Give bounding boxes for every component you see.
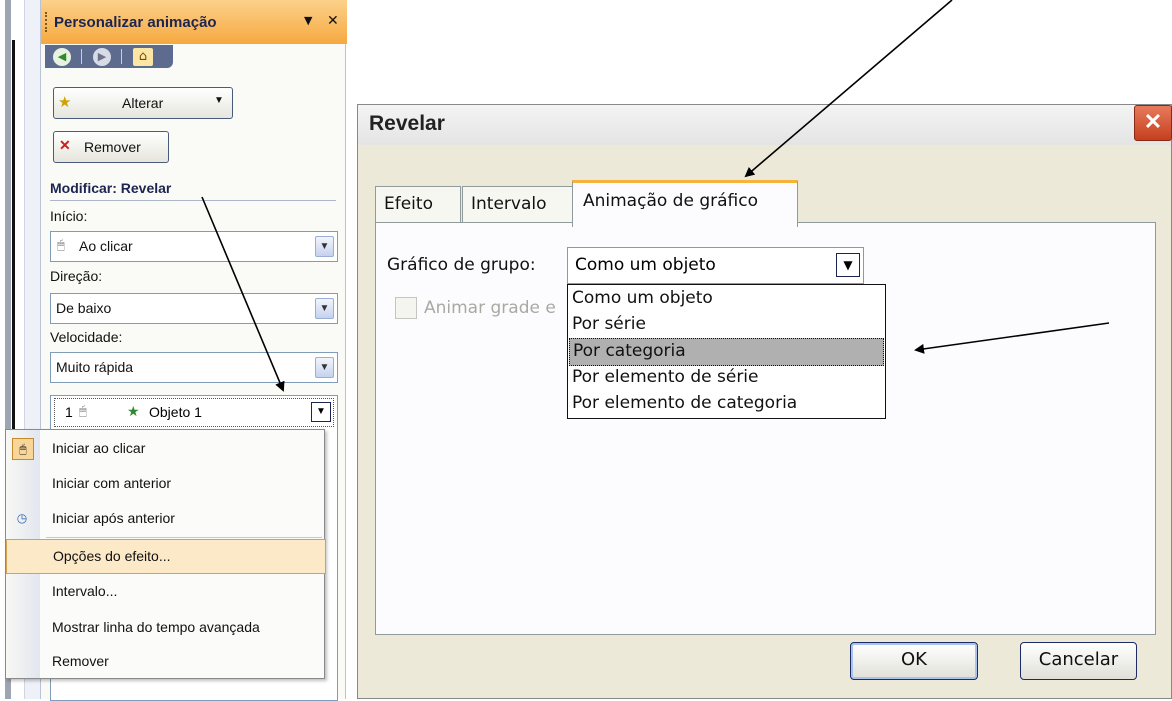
menu-item-label: Iniciar com anterior: [52, 475, 172, 491]
remove-icon: ✕: [59, 137, 71, 153]
start-label: Início:: [50, 208, 88, 224]
ok-button[interactable]: OK: [850, 642, 978, 680]
animate-grid-checkbox[interactable]: [395, 297, 417, 319]
forward-icon[interactable]: ▶: [93, 48, 111, 66]
change-effect-button[interactable]: ★ Alterar ▼: [53, 87, 233, 119]
back-icon[interactable]: ◀: [53, 48, 71, 66]
group-chart-options-list[interactable]: Como um objeto Por série Por categoria P…: [567, 284, 886, 419]
pane-menu-arrow-icon[interactable]: ▼: [304, 14, 312, 27]
chevron-down-icon: ▼: [214, 95, 224, 106]
tab-effect[interactable]: Efeito: [375, 186, 461, 223]
chevron-down-icon[interactable]: ▼: [315, 236, 334, 257]
speed-label: Velocidade:: [50, 329, 123, 345]
list-item[interactable]: 1 🖱 ★ Objeto 1 ▼: [54, 398, 334, 427]
mouse-icon: 🖱: [12, 438, 34, 460]
menu-timing[interactable]: Intervalo...: [6, 575, 324, 608]
pane-title: Personalizar animação: [54, 14, 217, 31]
option-label: Por categoria: [573, 341, 686, 361]
option-as-one-object[interactable]: Como um objeto: [569, 286, 882, 312]
tab-chart-animation[interactable]: Animação de gráfico: [572, 180, 798, 227]
start-select[interactable]: 🖱 Ao clicar ▼: [50, 231, 338, 262]
menu-start-with-previous[interactable]: Iniciar com anterior: [6, 467, 324, 500]
menu-start-after-previous[interactable]: ◷ Iniciar após anterior: [6, 502, 324, 535]
option-by-series[interactable]: Por série: [569, 312, 882, 338]
item-context-menu: 🖱 Iniciar ao clicar Iniciar com anterior…: [5, 429, 326, 679]
change-effect-label: Alterar: [122, 95, 164, 111]
chart-animation-panel: Gráfico de grupo: Como um objeto ▼ Anima…: [375, 222, 1156, 635]
effect-star-icon: ★: [127, 403, 140, 419]
group-chart-value: Como um objeto: [575, 255, 716, 275]
option-label: Como um objeto: [572, 288, 713, 308]
menu-item-label: Iniciar após anterior: [52, 510, 175, 526]
menu-separator: [46, 537, 322, 538]
tab-label: Animação de gráfico: [583, 191, 758, 211]
effect-options-dialog: Revelar ✕ Efeito Intervalo Animação de g…: [357, 104, 1172, 699]
menu-show-advanced-timeline[interactable]: Mostrar linha do tempo avançada: [6, 611, 324, 644]
menu-item-label: Mostrar linha do tempo avançada: [52, 619, 260, 635]
tab-label: Intervalo: [471, 194, 547, 214]
option-label: Por série: [572, 314, 646, 334]
option-label: Por elemento de série: [572, 367, 759, 387]
remove-effect-button[interactable]: ✕ Remover: [53, 131, 169, 163]
tab-timing[interactable]: Intervalo: [462, 186, 574, 223]
modify-heading: Modificar: Revelar: [50, 180, 172, 196]
start-value: Ao clicar: [79, 238, 133, 254]
home-icon[interactable]: ⌂: [133, 48, 153, 66]
star-effect-icon: ★: [58, 94, 72, 111]
item-order: 1: [65, 404, 73, 420]
dialog-title: Revelar: [369, 112, 445, 135]
pane-navigation: ◀ ▶ ⌂: [45, 45, 173, 68]
direction-value: De baixo: [56, 300, 112, 316]
divider: [50, 200, 336, 201]
group-chart-select[interactable]: Como um objeto ▼: [567, 247, 864, 284]
chevron-down-icon[interactable]: ▼: [836, 253, 860, 277]
item-dropdown-icon[interactable]: ▼: [311, 402, 331, 422]
menu-start-on-click[interactable]: 🖱 Iniciar ao clicar: [6, 432, 324, 465]
menu-item-label: Intervalo...: [52, 583, 118, 599]
tab-label: Efeito: [384, 194, 433, 214]
pane-header: Personalizar animação ▼ ✕: [41, 0, 347, 44]
option-by-series-element[interactable]: Por elemento de série: [569, 365, 882, 391]
speed-value: Muito rápida: [56, 359, 134, 375]
group-chart-label: Gráfico de grupo:: [387, 255, 536, 275]
animate-grid-label: Animar grade e: [424, 298, 556, 318]
mouse-icon: 🖱: [57, 237, 65, 252]
speed-select[interactable]: Muito rápida ▼: [50, 352, 338, 383]
clock-icon: ◷: [16, 511, 28, 525]
close-button[interactable]: ✕: [1134, 105, 1172, 141]
mouse-icon: 🖱: [79, 403, 87, 418]
direction-select[interactable]: De baixo ▼: [50, 293, 338, 324]
chevron-down-icon[interactable]: ▼: [315, 298, 334, 319]
remove-effect-label: Remover: [84, 139, 141, 155]
option-by-category[interactable]: Por categoria: [569, 338, 884, 366]
menu-item-label: Remover: [52, 653, 109, 669]
menu-item-label: Opções do efeito...: [53, 548, 171, 564]
menu-effect-options[interactable]: Opções do efeito...: [6, 539, 326, 574]
menu-remove[interactable]: Remover: [6, 645, 324, 678]
option-label: Por elemento de categoria: [572, 393, 798, 413]
dialog-titlebar[interactable]: Revelar ✕: [358, 105, 1172, 145]
direction-label: Direção:: [50, 268, 103, 284]
item-name: Objeto 1: [149, 404, 202, 420]
option-by-category-element[interactable]: Por elemento de categoria: [569, 391, 882, 417]
cancel-button[interactable]: Cancelar: [1020, 642, 1137, 680]
pane-close-icon[interactable]: ✕: [327, 12, 339, 29]
grip-handle[interactable]: [45, 12, 49, 32]
menu-item-label: Iniciar ao clicar: [52, 440, 146, 456]
chevron-down-icon[interactable]: ▼: [315, 357, 334, 378]
